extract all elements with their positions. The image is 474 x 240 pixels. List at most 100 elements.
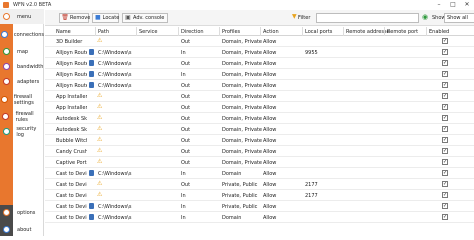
enabled-checkbox[interactable]: ✓ [442,38,448,44]
column-header[interactable]: Path [98,29,109,35]
cell-action: Allow [263,160,277,166]
cell-direction: In [181,171,186,177]
column-separator[interactable] [343,27,344,36]
column-separator[interactable] [426,27,427,36]
column-separator[interactable] [302,27,303,36]
filter-input[interactable] [316,13,419,23]
column-header[interactable]: Action [263,29,279,35]
executable-icon [89,49,94,55]
table-row[interactable]: Alljoyn Router (TC C:\Windows\s In Domain, … [45,47,474,58]
enabled-checkbox[interactable]: ✓ [442,115,448,121]
enabled-checkbox[interactable]: ✓ [442,82,448,88]
cell-direction: In [181,215,186,221]
enabled-checkbox[interactable]: ✓ [442,192,448,198]
warning-icon: ⚠ [97,103,103,110]
table-row[interactable]: Alljoyn Router (TC C:\Windows\s Out Domain,… [45,58,474,69]
column-header[interactable]: Profiles [222,29,240,35]
column-header[interactable]: Local ports [305,29,332,35]
cell-profiles: Domain, Private, P [222,138,262,144]
close-button[interactable]: ✕ [460,0,474,9]
enabled-checkbox[interactable]: ✓ [442,137,448,143]
column-header[interactable]: Enabled [429,29,449,35]
filter-label: Filter [298,15,311,21]
enabled-checkbox[interactable]: ✓ [442,159,448,165]
column-separator[interactable] [219,27,220,36]
table-row[interactable]: App Installer Out Domain, Private, PAllow ⚠… [45,91,474,102]
sidebar-item-menu[interactable]: menu [0,9,44,24]
table-row[interactable]: Cast to Device fun C:\Windows\s In Domain Al… [45,212,474,223]
table-row[interactable]: Alljoyn Router (UC C:\Windows\s In Domain, … [45,69,474,80]
cell-action: Allow [263,138,277,144]
column-separator[interactable] [384,27,385,36]
enabled-checkbox[interactable]: ✓ [442,170,448,176]
adv-console-label: Adv. console [133,15,165,21]
enabled-checkbox[interactable]: ✓ [442,203,448,209]
table-row[interactable]: Autodesk SketchB Out Domain, Private, PAll… [45,113,474,124]
table-row[interactable]: Cast to Device fun C:\Windows\s In Domain Al… [45,168,474,179]
show-dropdown[interactable]: Show all ∨ [444,13,474,23]
column-header[interactable]: Remote port [387,29,418,35]
enabled-checkbox[interactable]: ✓ [442,214,448,220]
enabled-checkbox[interactable]: ✓ [442,126,448,132]
cell-profiles: Domain, Private [222,50,262,56]
cell-profiles: Private, Public [222,193,258,199]
cell-name: Cast to Device fun [56,171,87,177]
adv-console-button[interactable]: ▣ Adv. console [122,13,168,23]
table-row[interactable]: Cast to Device fun Out Private, Public Allo… [45,179,474,190]
table-row[interactable]: Autodesk SketchB Out Domain, Private, PAll… [45,124,474,135]
table-row[interactable]: Candy Crush Soda Out Domain, Private, PAll… [45,146,474,157]
minimize-button[interactable]: – [432,0,446,9]
column-header[interactable]: Service [139,29,157,35]
sidebar-item-options[interactable]: options [0,205,44,220]
sidebar-item-connections[interactable]: connections [0,27,44,42]
table-row[interactable]: Cast to Device fun In Private, Public Allow… [45,190,474,201]
sidebar-item-security-log[interactable]: security log [0,124,44,139]
enabled-checkbox[interactable]: ✓ [442,71,448,77]
cell-path: C:\Windows\s [98,204,132,210]
enabled-checkbox[interactable]: ✓ [442,49,448,55]
column-separator[interactable] [95,27,96,36]
bandwidth-icon [0,59,13,74]
table-header: Name Path Service Direction Profiles Action Lo… [45,27,474,36]
column-separator[interactable] [260,27,261,36]
enabled-checkbox[interactable]: ✓ [442,148,448,154]
executable-icon [89,203,94,209]
sidebar-item-label: firewall settings [13,93,34,106]
sidebar-item-firewall-settings[interactable]: firewall settings [0,92,44,107]
cell-action: Allow [263,204,277,210]
sidebar-item-adapters[interactable]: adapters [0,74,44,89]
table-row[interactable]: Captive Portal Flov Out Domain, Private, P… [45,157,474,168]
locate-button[interactable]: ■ Locate [92,13,119,23]
cell-name: Alljoyn Router (UC [56,72,87,78]
column-header[interactable]: Direction [181,29,204,35]
cell-path: C:\Windows\s [98,50,132,56]
cell-name: Candy Crush Soda [56,149,87,155]
warning-icon: ⚠ [97,114,103,121]
column-separator[interactable] [136,27,137,36]
cell-profiles: Domain, Private [222,61,262,67]
sidebar-item-firewall-rules[interactable]: firewall rules [0,109,44,124]
cell-profiles: Domain [222,171,242,177]
sidebar-item-bandwidth[interactable]: bandwidth [0,59,44,74]
trash-icon: 🗑 [61,14,69,21]
table-row[interactable]: Cast to Device fun C:\Windows\s In Private,… [45,201,474,212]
table-row[interactable]: Bubble Witch 3 Sa Out Domain, Private, PAl… [45,135,474,146]
cell-action: Allow [263,149,277,155]
table-row[interactable]: Alljoyn Router (UC C:\Windows\s Out Domain,… [45,80,474,91]
sidebar-item-about[interactable]: about [0,222,44,237]
enabled-checkbox[interactable]: ✓ [442,93,448,99]
cell-action: Allow [263,116,277,122]
maximize-button[interactable]: □ [446,0,460,9]
enabled-checkbox[interactable]: ✓ [442,104,448,110]
enabled-checkbox[interactable]: ✓ [442,60,448,66]
enabled-checkbox[interactable]: ✓ [442,181,448,187]
about-icon [0,222,13,237]
folder-icon: ■ [95,14,101,21]
table-row[interactable]: 3D Builder Out Domain, Private, PAllow ⚠ ✓ [45,36,474,47]
column-separator[interactable] [178,27,179,36]
firewall-settings-icon [0,92,10,107]
column-header[interactable]: Name [56,29,71,35]
sidebar-item-map[interactable]: map [0,44,44,59]
remove-button[interactable]: 🗑 Remove [59,13,90,23]
table-row[interactable]: App Installer Out Domain, Private, PAllow ⚠… [45,102,474,113]
